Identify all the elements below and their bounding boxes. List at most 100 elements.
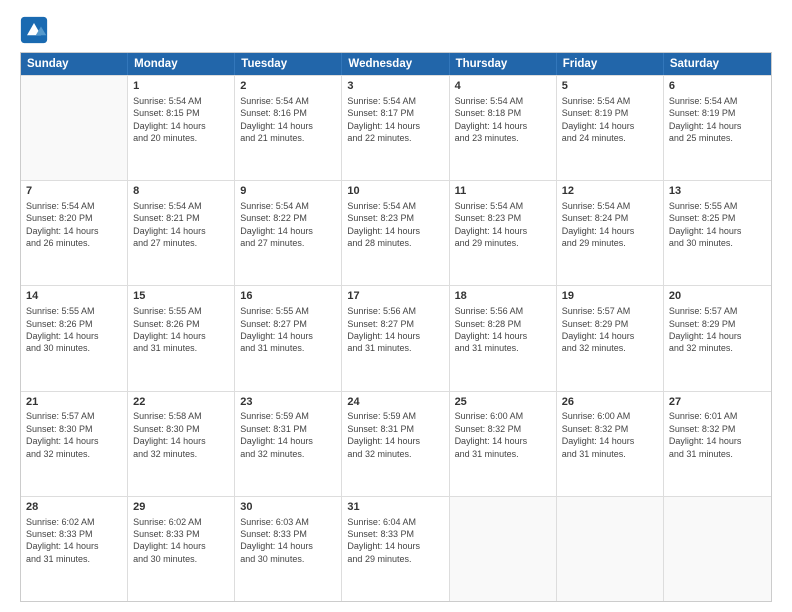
calendar: SundayMondayTuesdayWednesdayThursdayFrid… — [20, 52, 772, 602]
cell-info: Sunrise: 5:54 AMSunset: 8:23 PMDaylight:… — [455, 200, 551, 250]
day-number: 21 — [26, 395, 122, 410]
day-number: 31 — [347, 500, 443, 515]
day-number: 13 — [669, 184, 766, 199]
cell-info: Sunrise: 5:55 AMSunset: 8:26 PMDaylight:… — [133, 305, 229, 355]
cell-info: Sunrise: 5:54 AMSunset: 8:16 PMDaylight:… — [240, 95, 336, 145]
day-cell-20: 20Sunrise: 5:57 AMSunset: 8:29 PMDayligh… — [664, 286, 771, 390]
day-number: 27 — [669, 395, 766, 410]
day-number: 16 — [240, 289, 336, 304]
cell-info: Sunrise: 5:54 AMSunset: 8:20 PMDaylight:… — [26, 200, 122, 250]
day-number: 23 — [240, 395, 336, 410]
day-number: 24 — [347, 395, 443, 410]
calendar-row-5: 28Sunrise: 6:02 AMSunset: 8:33 PMDayligh… — [21, 496, 771, 601]
day-number: 1 — [133, 79, 229, 94]
cell-info: Sunrise: 5:56 AMSunset: 8:27 PMDaylight:… — [347, 305, 443, 355]
day-number: 4 — [455, 79, 551, 94]
logo — [20, 16, 52, 44]
header-day-thursday: Thursday — [450, 53, 557, 75]
day-cell-19: 19Sunrise: 5:57 AMSunset: 8:29 PMDayligh… — [557, 286, 664, 390]
cell-info: Sunrise: 5:55 AMSunset: 8:26 PMDaylight:… — [26, 305, 122, 355]
day-number: 12 — [562, 184, 658, 199]
cell-info: Sunrise: 6:04 AMSunset: 8:33 PMDaylight:… — [347, 516, 443, 566]
day-cell-6: 6Sunrise: 5:54 AMSunset: 8:19 PMDaylight… — [664, 76, 771, 180]
day-number: 5 — [562, 79, 658, 94]
logo-icon — [20, 16, 48, 44]
cell-info: Sunrise: 5:54 AMSunset: 8:21 PMDaylight:… — [133, 200, 229, 250]
cell-info: Sunrise: 5:58 AMSunset: 8:30 PMDaylight:… — [133, 410, 229, 460]
day-cell-4: 4Sunrise: 5:54 AMSunset: 8:18 PMDaylight… — [450, 76, 557, 180]
header-day-saturday: Saturday — [664, 53, 771, 75]
cell-info: Sunrise: 6:03 AMSunset: 8:33 PMDaylight:… — [240, 516, 336, 566]
day-number: 8 — [133, 184, 229, 199]
day-number: 9 — [240, 184, 336, 199]
header-day-monday: Monday — [128, 53, 235, 75]
day-cell-13: 13Sunrise: 5:55 AMSunset: 8:25 PMDayligh… — [664, 181, 771, 285]
day-cell-9: 9Sunrise: 5:54 AMSunset: 8:22 PMDaylight… — [235, 181, 342, 285]
cell-info: Sunrise: 5:55 AMSunset: 8:27 PMDaylight:… — [240, 305, 336, 355]
day-number: 6 — [669, 79, 766, 94]
calendar-header: SundayMondayTuesdayWednesdayThursdayFrid… — [21, 53, 771, 75]
header-day-friday: Friday — [557, 53, 664, 75]
cell-info: Sunrise: 5:54 AMSunset: 8:23 PMDaylight:… — [347, 200, 443, 250]
day-cell-8: 8Sunrise: 5:54 AMSunset: 8:21 PMDaylight… — [128, 181, 235, 285]
day-number: 14 — [26, 289, 122, 304]
day-number: 22 — [133, 395, 229, 410]
day-cell-31: 31Sunrise: 6:04 AMSunset: 8:33 PMDayligh… — [342, 497, 449, 601]
empty-cell — [450, 497, 557, 601]
day-cell-25: 25Sunrise: 6:00 AMSunset: 8:32 PMDayligh… — [450, 392, 557, 496]
cell-info: Sunrise: 5:54 AMSunset: 8:19 PMDaylight:… — [669, 95, 766, 145]
day-number: 3 — [347, 79, 443, 94]
empty-cell — [557, 497, 664, 601]
day-cell-10: 10Sunrise: 5:54 AMSunset: 8:23 PMDayligh… — [342, 181, 449, 285]
day-number: 18 — [455, 289, 551, 304]
cell-info: Sunrise: 5:54 AMSunset: 8:24 PMDaylight:… — [562, 200, 658, 250]
day-cell-26: 26Sunrise: 6:00 AMSunset: 8:32 PMDayligh… — [557, 392, 664, 496]
day-number: 19 — [562, 289, 658, 304]
cell-info: Sunrise: 6:02 AMSunset: 8:33 PMDaylight:… — [133, 516, 229, 566]
calendar-row-4: 21Sunrise: 5:57 AMSunset: 8:30 PMDayligh… — [21, 391, 771, 496]
day-cell-29: 29Sunrise: 6:02 AMSunset: 8:33 PMDayligh… — [128, 497, 235, 601]
day-cell-24: 24Sunrise: 5:59 AMSunset: 8:31 PMDayligh… — [342, 392, 449, 496]
day-number: 7 — [26, 184, 122, 199]
cell-info: Sunrise: 5:57 AMSunset: 8:30 PMDaylight:… — [26, 410, 122, 460]
day-number: 10 — [347, 184, 443, 199]
calendar-row-2: 7Sunrise: 5:54 AMSunset: 8:20 PMDaylight… — [21, 180, 771, 285]
day-cell-27: 27Sunrise: 6:01 AMSunset: 8:32 PMDayligh… — [664, 392, 771, 496]
cell-info: Sunrise: 5:59 AMSunset: 8:31 PMDaylight:… — [347, 410, 443, 460]
cell-info: Sunrise: 5:54 AMSunset: 8:17 PMDaylight:… — [347, 95, 443, 145]
day-number: 2 — [240, 79, 336, 94]
header-day-sunday: Sunday — [21, 53, 128, 75]
header-day-wednesday: Wednesday — [342, 53, 449, 75]
header-day-tuesday: Tuesday — [235, 53, 342, 75]
day-cell-5: 5Sunrise: 5:54 AMSunset: 8:19 PMDaylight… — [557, 76, 664, 180]
day-number: 11 — [455, 184, 551, 199]
day-number: 25 — [455, 395, 551, 410]
cell-info: Sunrise: 5:57 AMSunset: 8:29 PMDaylight:… — [562, 305, 658, 355]
day-cell-14: 14Sunrise: 5:55 AMSunset: 8:26 PMDayligh… — [21, 286, 128, 390]
cell-info: Sunrise: 6:00 AMSunset: 8:32 PMDaylight:… — [562, 410, 658, 460]
empty-cell — [21, 76, 128, 180]
cell-info: Sunrise: 5:57 AMSunset: 8:29 PMDaylight:… — [669, 305, 766, 355]
day-cell-17: 17Sunrise: 5:56 AMSunset: 8:27 PMDayligh… — [342, 286, 449, 390]
day-number: 28 — [26, 500, 122, 515]
day-number: 15 — [133, 289, 229, 304]
day-number: 30 — [240, 500, 336, 515]
cell-info: Sunrise: 6:02 AMSunset: 8:33 PMDaylight:… — [26, 516, 122, 566]
day-cell-23: 23Sunrise: 5:59 AMSunset: 8:31 PMDayligh… — [235, 392, 342, 496]
cell-info: Sunrise: 6:01 AMSunset: 8:32 PMDaylight:… — [669, 410, 766, 460]
day-cell-28: 28Sunrise: 6:02 AMSunset: 8:33 PMDayligh… — [21, 497, 128, 601]
cell-info: Sunrise: 5:54 AMSunset: 8:15 PMDaylight:… — [133, 95, 229, 145]
calendar-row-1: 1Sunrise: 5:54 AMSunset: 8:15 PMDaylight… — [21, 75, 771, 180]
day-number: 26 — [562, 395, 658, 410]
day-number: 17 — [347, 289, 443, 304]
day-cell-22: 22Sunrise: 5:58 AMSunset: 8:30 PMDayligh… — [128, 392, 235, 496]
day-number: 29 — [133, 500, 229, 515]
day-cell-7: 7Sunrise: 5:54 AMSunset: 8:20 PMDaylight… — [21, 181, 128, 285]
day-cell-18: 18Sunrise: 5:56 AMSunset: 8:28 PMDayligh… — [450, 286, 557, 390]
cell-info: Sunrise: 5:54 AMSunset: 8:22 PMDaylight:… — [240, 200, 336, 250]
cell-info: Sunrise: 5:54 AMSunset: 8:18 PMDaylight:… — [455, 95, 551, 145]
cell-info: Sunrise: 5:59 AMSunset: 8:31 PMDaylight:… — [240, 410, 336, 460]
cell-info: Sunrise: 5:54 AMSunset: 8:19 PMDaylight:… — [562, 95, 658, 145]
day-cell-2: 2Sunrise: 5:54 AMSunset: 8:16 PMDaylight… — [235, 76, 342, 180]
day-cell-21: 21Sunrise: 5:57 AMSunset: 8:30 PMDayligh… — [21, 392, 128, 496]
